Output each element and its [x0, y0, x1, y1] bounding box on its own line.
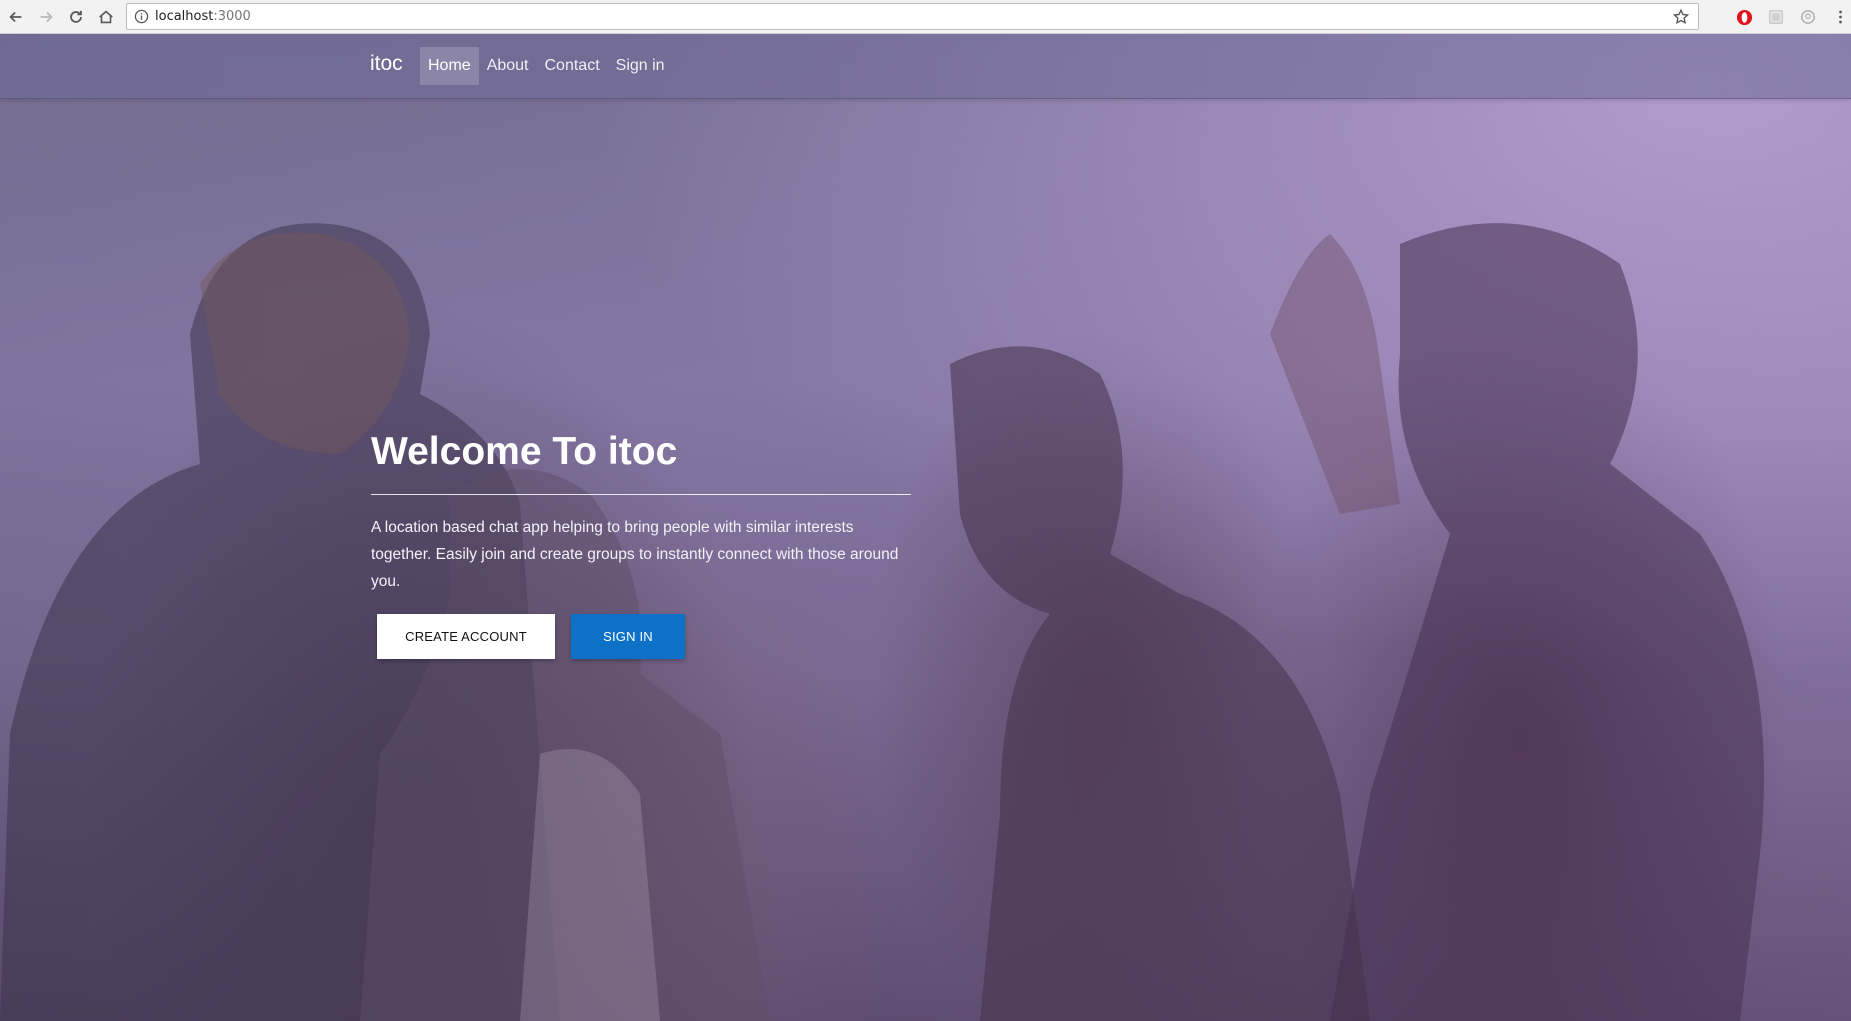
- nav-links: Home About Contact Sign in: [420, 47, 673, 85]
- extension-icon[interactable]: [1767, 8, 1785, 26]
- sign-in-button[interactable]: SIGN IN: [571, 613, 685, 659]
- extensions-area: [1735, 0, 1849, 34]
- nav-link-about[interactable]: About: [479, 47, 537, 85]
- hero-divider: [371, 493, 911, 495]
- menu-icon[interactable]: [1831, 8, 1849, 26]
- url-host: localhost: [155, 9, 214, 24]
- brand-logo[interactable]: itoc: [370, 52, 403, 76]
- landing-page: itoc Home About Contact Sign in Welcome …: [0, 34, 1851, 1021]
- star-icon[interactable]: [1672, 8, 1690, 26]
- hero-description: A location based chat app helping to bri…: [371, 518, 899, 590]
- hero-buttons: CREATE ACCOUNT SIGN IN: [371, 613, 911, 659]
- address-bar[interactable]: localhost:3000: [126, 3, 1699, 30]
- site-navbar: itoc Home About Contact Sign in: [0, 34, 1851, 99]
- hero-section: Welcome To itoc A location based chat ap…: [371, 429, 911, 659]
- home-icon[interactable]: [92, 3, 120, 31]
- info-icon[interactable]: [133, 9, 149, 25]
- forward-icon[interactable]: [32, 3, 60, 31]
- browser-toolbar: localhost:3000: [0, 0, 1851, 34]
- opera-extension-icon[interactable]: [1735, 8, 1753, 26]
- create-account-button[interactable]: CREATE ACCOUNT: [377, 613, 555, 659]
- nav-link-sign-in[interactable]: Sign in: [608, 47, 673, 85]
- account-icon[interactable]: [1799, 8, 1817, 26]
- hero-overlay: [0, 34, 1851, 1021]
- reload-icon[interactable]: [62, 3, 90, 31]
- hero-title: Welcome To itoc: [371, 430, 678, 473]
- back-icon[interactable]: [2, 3, 30, 31]
- url-port: :3000: [213, 9, 251, 24]
- nav-link-home[interactable]: Home: [420, 47, 479, 85]
- nav-link-contact[interactable]: Contact: [537, 47, 608, 85]
